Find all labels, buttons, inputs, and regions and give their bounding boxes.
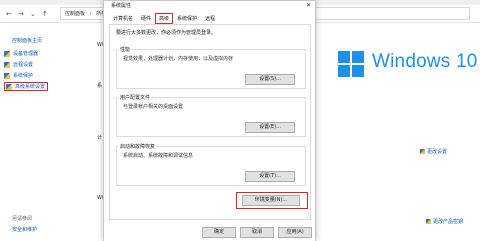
sidebar-item-label: 高级系统设置 bbox=[15, 84, 46, 90]
system-info-panel: Windows 10 更改设置 更改产品密钥 bbox=[316, 23, 480, 241]
tab-advanced[interactable]: 高级 bbox=[155, 13, 174, 24]
shield-icon bbox=[4, 50, 10, 57]
security-maintenance-link[interactable]: 安全和维护 bbox=[12, 226, 37, 233]
forward-icon[interactable]: → bbox=[18, 9, 24, 19]
sidebar-item-label: 远程设置 bbox=[13, 62, 34, 68]
see-also-heading: 另请参阅 bbox=[12, 216, 33, 222]
windows-logo-text: Windows 10 bbox=[372, 51, 478, 72]
dialog-title: 系统属性 bbox=[104, 1, 315, 11]
startup-recovery-group: 启动和故障恢复 系统启动、系统故障和调试信息 设置(T)... bbox=[116, 143, 306, 186]
sidebar: 控制面板主页 设备管理器 远程设置 系统保护 高级系统设置 另请参阅 安全和维护 bbox=[0, 23, 95, 241]
chevron-down-icon[interactable]: ⌄ bbox=[30, 9, 36, 19]
startup-recovery-settings-button[interactable]: 设置(T)... bbox=[245, 171, 295, 182]
windows-logo-icon bbox=[338, 51, 364, 77]
shield-icon bbox=[4, 61, 10, 68]
tab-computer-name[interactable]: 计算机名 bbox=[109, 13, 137, 24]
change-product-key-link[interactable]: 更改产品密钥 bbox=[426, 218, 463, 225]
cancel-button[interactable]: 取消 bbox=[240, 227, 274, 238]
sidebar-item-label: 设备管理器 bbox=[13, 51, 39, 57]
tab-remote[interactable]: 远程 bbox=[201, 13, 219, 24]
environment-variables-highlight: 环境变量(N)... bbox=[236, 192, 308, 209]
shield-icon bbox=[426, 219, 431, 224]
change-product-key-label: 更改产品密钥 bbox=[433, 219, 464, 225]
user-profiles-group: 用户配置文件 与登录帐户相关的桌面设置 设置(E)... bbox=[116, 94, 306, 137]
up-icon[interactable]: ↑ bbox=[42, 9, 48, 19]
startup-recovery-description: 系统启动、系统故障和调试信息 bbox=[123, 153, 194, 159]
sidebar-item-remote-settings[interactable]: 远程设置 bbox=[4, 60, 33, 69]
background-text-fragment: 计 bbox=[97, 135, 103, 141]
breadcrumb-control-panel[interactable]: 控制面板 bbox=[65, 11, 85, 17]
admin-note: 要进行大多数更改，你必须作为管理员登录。 bbox=[116, 30, 217, 36]
performance-label: 性能 bbox=[119, 46, 132, 53]
sidebar-item-label: 系统保护 bbox=[13, 73, 34, 79]
shield-icon bbox=[4, 72, 10, 79]
shield-icon bbox=[6, 83, 12, 90]
apply-button[interactable]: 应用(A) bbox=[278, 227, 312, 238]
environment-variables-button[interactable]: 环境变量(N)... bbox=[242, 195, 300, 206]
system-properties-dialog: 系统属性 ✕ 计算机名 硬件 高级 系统保护 远程 要进行大多数更改，你必须作为… bbox=[103, 0, 316, 241]
performance-settings-button[interactable]: 设置(S)... bbox=[245, 74, 295, 85]
background-text-fragment: 系 bbox=[97, 83, 103, 89]
performance-description: 视觉效果，处理器计划，内存使用，以及虚拟内存 bbox=[123, 56, 234, 62]
dialog-tabs: 计算机名 硬件 高级 系统保护 远程 bbox=[109, 13, 219, 24]
user-profiles-settings-button[interactable]: 设置(E)... bbox=[245, 122, 295, 133]
change-settings-label: 更改设置 bbox=[427, 149, 448, 155]
tab-system-protection[interactable]: 系统保护 bbox=[173, 13, 201, 24]
performance-group: 性能 视觉效果，处理器计划，内存使用，以及虚拟内存 设置(S)... bbox=[116, 46, 306, 89]
user-profiles-label: 用户配置文件 bbox=[119, 94, 152, 101]
shield-icon bbox=[420, 149, 425, 154]
user-profiles-description: 与登录帐户相关的桌面设置 bbox=[123, 104, 184, 110]
back-icon[interactable]: ← bbox=[6, 9, 12, 19]
tab-hardware[interactable]: 硬件 bbox=[137, 13, 155, 24]
sidebar-item-system-protection[interactable]: 系统保护 bbox=[4, 71, 33, 80]
control-panel-home-link[interactable]: 控制面板主页 bbox=[12, 37, 42, 44]
ok-button[interactable]: 确定 bbox=[202, 227, 236, 238]
sidebar-item-device-manager[interactable]: 设备管理器 bbox=[4, 49, 38, 58]
close-icon[interactable]: ✕ bbox=[306, 1, 311, 11]
change-settings-link[interactable]: 更改设置 bbox=[420, 148, 447, 155]
dialog-footer: 确定 取消 应用(A) bbox=[104, 223, 315, 241]
startup-recovery-label: 启动和故障恢复 bbox=[119, 143, 157, 150]
sidebar-item-advanced-settings[interactable]: 高级系统设置 bbox=[4, 82, 49, 91]
breadcrumb-separator: › bbox=[89, 11, 92, 17]
